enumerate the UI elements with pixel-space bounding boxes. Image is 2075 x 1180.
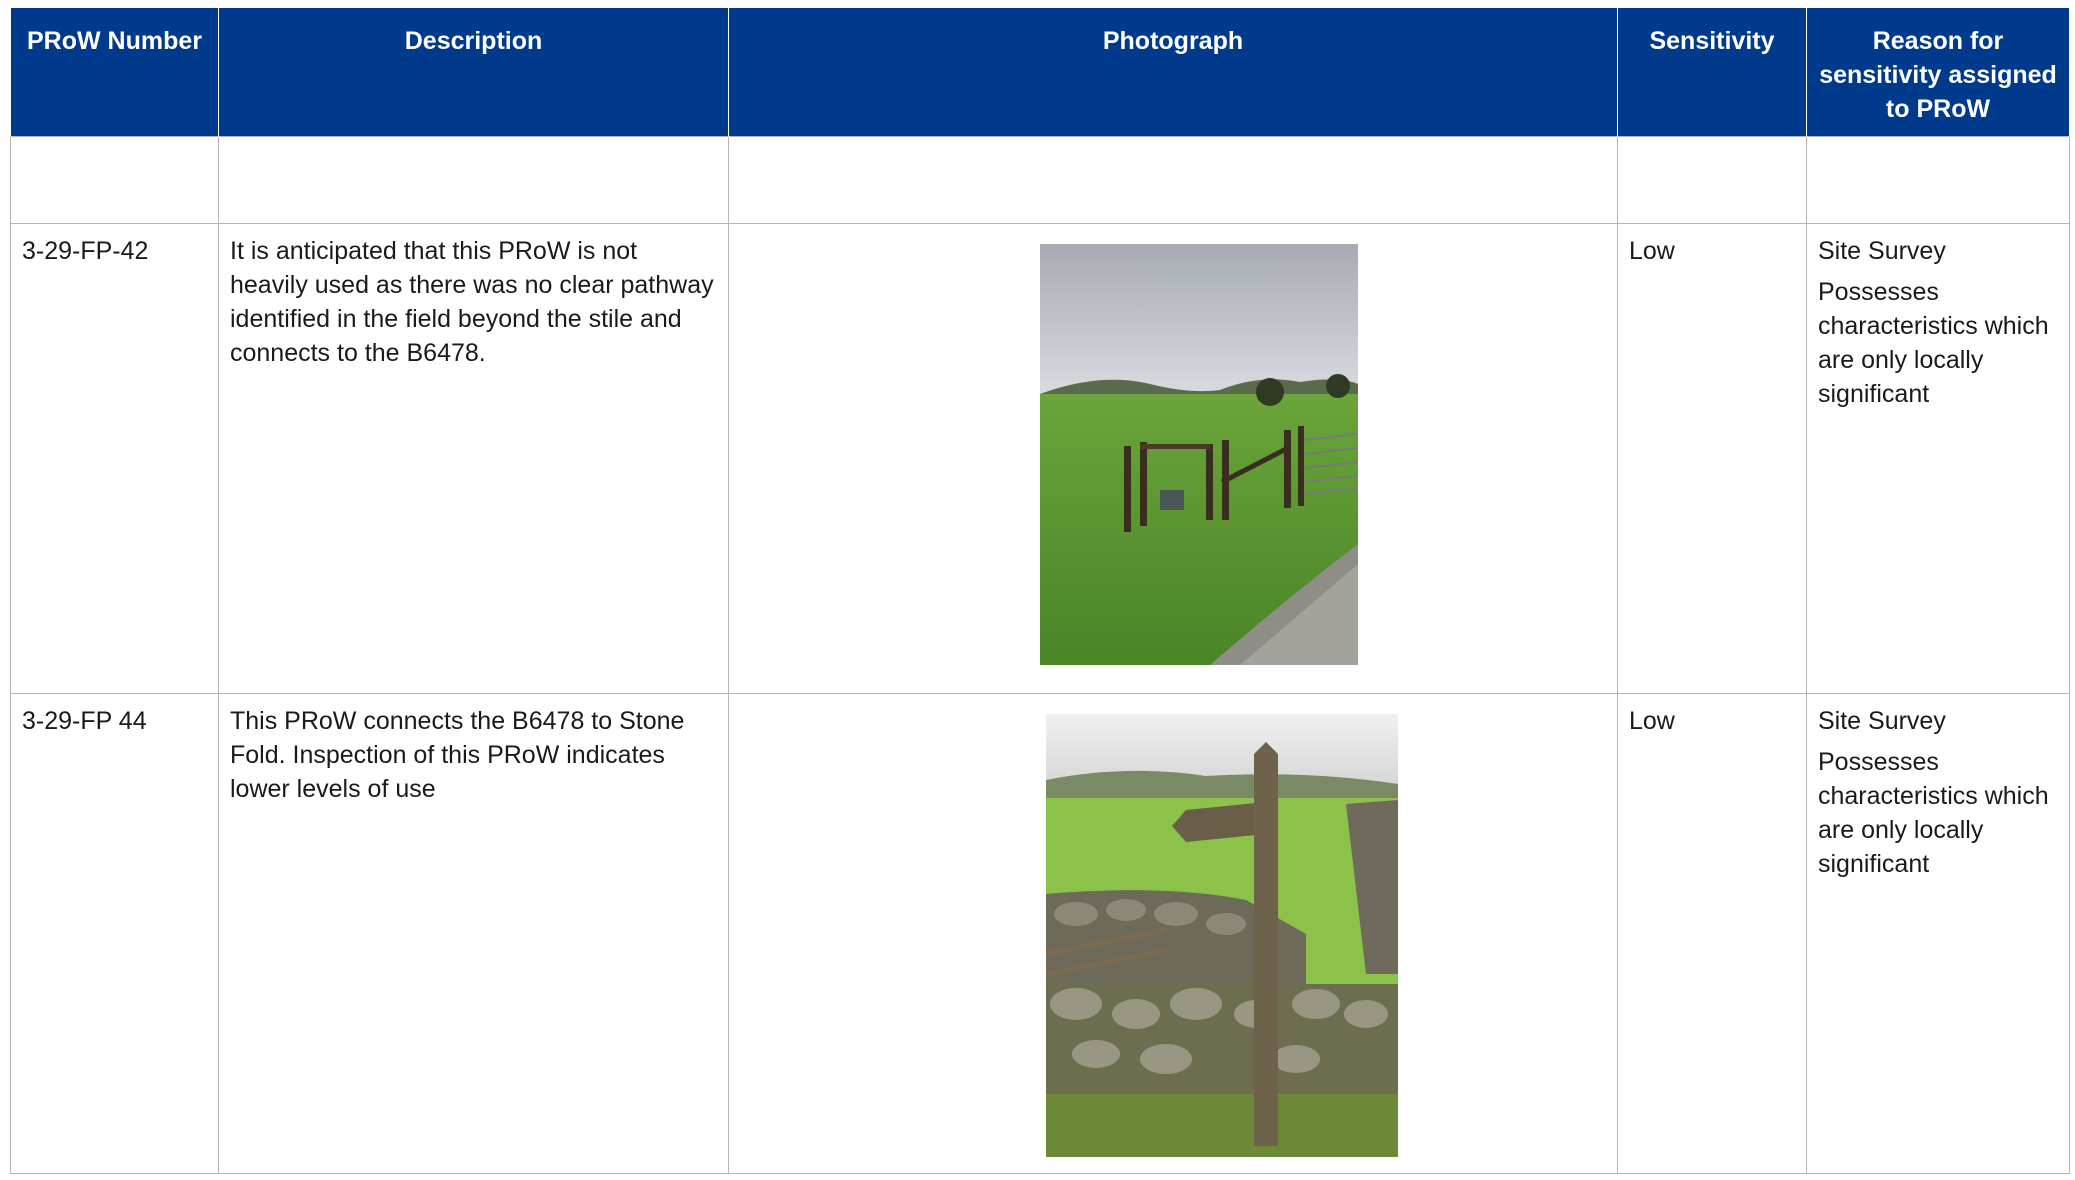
header-photograph: Photograph	[728, 8, 1618, 137]
blank-cell	[1617, 136, 1807, 224]
table-row: 3-29-FP-42 It is anticipated that this P…	[10, 223, 2070, 694]
prow-table-page: PRoW Number Description Photograph Sensi…	[10, 8, 2070, 1174]
reason-cell: Site Survey Possesses characteristics wh…	[1806, 223, 2070, 694]
table-row: 3-29-FP 44 This PRoW connects the B6478 …	[10, 693, 2070, 1174]
reason-text: Possesses characteristics which are only…	[1818, 278, 2049, 408]
sensitivity-cell: Low	[1617, 223, 1807, 694]
header-reason: Reason for sensitivity assigned to PRoW	[1806, 8, 2070, 137]
reason-cell: Site Survey Possesses characteristics wh…	[1806, 693, 2070, 1174]
prow-number-cell: 3-29-FP 44	[10, 693, 219, 1174]
photo-field-stile-gate	[1040, 244, 1358, 665]
reason-source: Site Survey	[1818, 237, 1946, 265]
prow-sensitivity-table: PRoW Number Description Photograph Sensi…	[10, 8, 2070, 1174]
blank-cell	[1806, 136, 2070, 224]
blank-cell	[728, 136, 1618, 224]
header-prow-number: PRoW Number	[10, 8, 219, 137]
description-cell: It is anticipated that this PRoW is not …	[218, 223, 729, 694]
table-header-row: PRoW Number Description Photograph Sensi…	[10, 8, 2070, 137]
reason-source: Site Survey	[1818, 707, 1946, 735]
blank-cell	[10, 136, 219, 224]
header-sensitivity: Sensitivity	[1617, 8, 1807, 137]
table-row-blank	[10, 136, 2070, 224]
header-description: Description	[218, 8, 729, 137]
reason-text: Possesses characteristics which are only…	[1818, 748, 2049, 878]
prow-number-cell: 3-29-FP-42	[10, 223, 219, 694]
blank-cell	[218, 136, 729, 224]
description-cell: This PRoW connects the B6478 to Stone Fo…	[218, 693, 729, 1174]
photograph-cell	[728, 693, 1618, 1174]
photo-fingerpost-stone-wall	[1045, 714, 1398, 1157]
sensitivity-cell: Low	[1617, 693, 1807, 1174]
photograph-cell	[728, 223, 1618, 694]
